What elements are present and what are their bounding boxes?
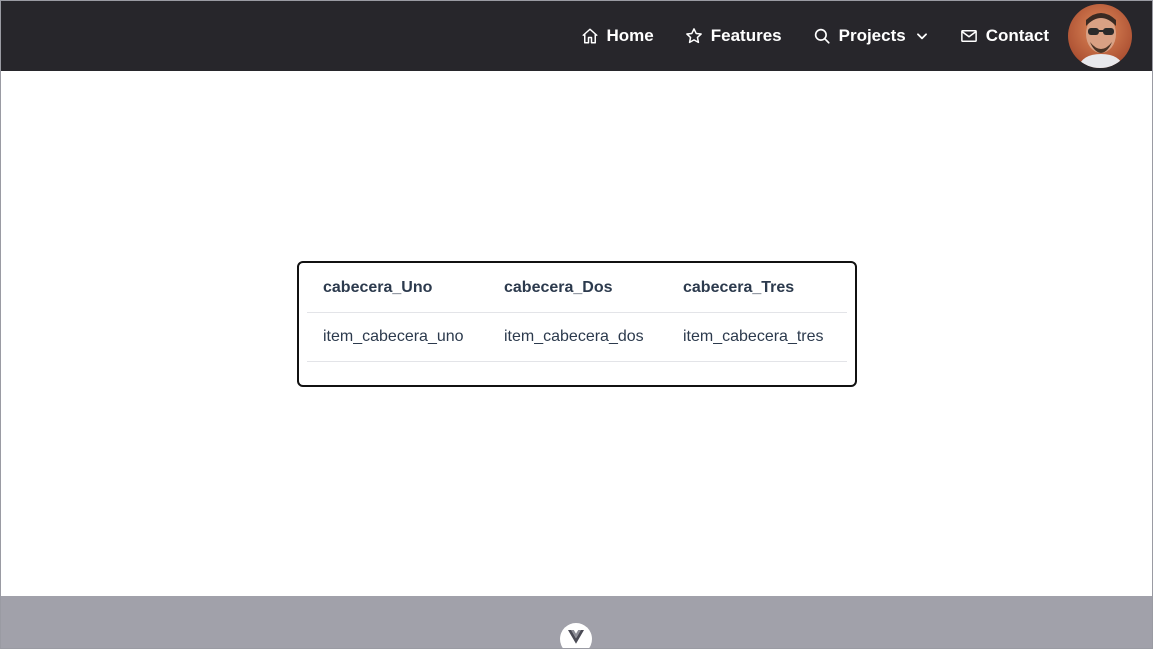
data-table: cabecera_Uno cabecera_Dos cabecera_Tres … bbox=[307, 263, 847, 362]
nav-menu: Home Features Projects Contact bbox=[550, 1, 1049, 71]
nav-item-label: Projects bbox=[838, 26, 906, 45]
chevron-down-icon[interactable] bbox=[915, 29, 929, 43]
star-icon bbox=[685, 27, 703, 45]
nav-item-home[interactable]: Home bbox=[581, 26, 654, 46]
nav-item-features[interactable]: Features bbox=[685, 26, 782, 46]
navbar: Home Features Projects Contact bbox=[1, 1, 1152, 71]
table-header-row: cabecera_Uno cabecera_Dos cabecera_Tres bbox=[307, 263, 847, 313]
nav-item-projects[interactable]: Projects bbox=[813, 26, 929, 46]
table-card: cabecera_Uno cabecera_Dos cabecera_Tres … bbox=[297, 261, 857, 387]
nav-item-label: Home bbox=[606, 26, 654, 45]
mail-icon bbox=[960, 27, 978, 45]
table-cell: item_cabecera_uno bbox=[307, 312, 488, 362]
table-cell: item_cabecera_tres bbox=[667, 312, 847, 362]
table-row[interactable]: item_cabecera_uno item_cabecera_dos item… bbox=[307, 312, 847, 362]
home-icon bbox=[581, 27, 599, 45]
column-header[interactable]: cabecera_Uno bbox=[307, 263, 488, 313]
column-header[interactable]: cabecera_Tres bbox=[667, 263, 847, 313]
app-frame: Home Features Projects Contact cabecera_… bbox=[0, 0, 1153, 649]
column-header[interactable]: cabecera_Dos bbox=[488, 263, 667, 313]
footer bbox=[1, 596, 1152, 648]
nav-item-label: Contact bbox=[985, 26, 1049, 45]
vue-logo-icon[interactable] bbox=[560, 623, 592, 648]
user-avatar[interactable] bbox=[1068, 4, 1132, 68]
search-icon bbox=[813, 27, 831, 45]
nav-item-contact[interactable]: Contact bbox=[960, 26, 1049, 46]
table-cell: item_cabecera_dos bbox=[488, 312, 667, 362]
nav-item-label: Features bbox=[710, 26, 782, 45]
